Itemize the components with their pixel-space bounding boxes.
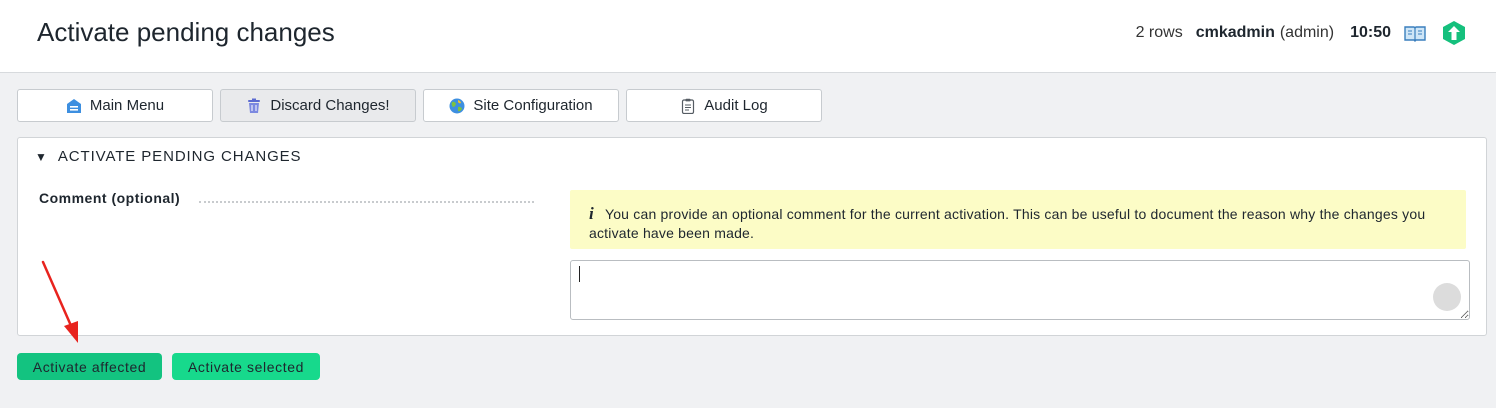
globe-icon [449,98,465,113]
info-icon: i [589,204,594,223]
discard-changes-button[interactable]: Discard Changes! [220,89,416,122]
clock: 10:50 [1350,24,1391,41]
book-icon[interactable] [1403,24,1427,42]
audit-log-label: Audit Log [704,97,768,114]
label-dotted-leader [199,201,534,203]
discard-changes-label: Discard Changes! [270,97,390,114]
collapse-triangle-icon[interactable]: ▼ [35,150,47,164]
page-header: Activate pending changes 2 rows cmkadmin… [0,0,1496,73]
clipboard-icon [682,98,695,114]
trash-icon [248,98,261,113]
comment-label: Comment (optional) [39,190,181,206]
site-configuration-label: Site Configuration [473,97,593,114]
checkmk-logo-icon[interactable] [1441,20,1467,46]
info-message: i You can provide an optional comment for… [570,190,1466,249]
username[interactable]: cmkadmin [1196,24,1275,42]
page-title: Activate pending changes [37,17,335,47]
info-text: You can provide an optional comment for … [589,206,1426,241]
main-menu-label: Main Menu [89,97,165,114]
activate-selected-button[interactable]: Activate selected [172,353,320,380]
main-menu-button[interactable]: Main Menu [17,89,213,122]
activate-changes-panel: ▼ ACTIVATE PENDING CHANGES Comment (opti… [17,137,1487,336]
page-menu-bar: Main Menu Discard Changes! Site Configur… [17,89,822,122]
comment-textarea[interactable] [570,260,1470,320]
audit-log-button[interactable]: Audit Log [626,89,822,122]
text-cursor [579,266,580,282]
activation-actions: Activate affected Activate selected [17,353,320,380]
activate-affected-button[interactable]: Activate affected [17,353,162,380]
home-icon [66,98,81,113]
site-configuration-button[interactable]: Site Configuration [423,89,619,122]
assistant-badge-icon[interactable] [1433,283,1461,311]
panel-header[interactable]: ▼ ACTIVATE PENDING CHANGES [35,148,301,165]
panel-heading: ACTIVATE PENDING CHANGES [57,148,302,165]
user-role: (admin) [1279,24,1335,41]
header-status: 2 rows cmkadmin (admin) 10:50 [1136,18,1467,48]
row-count: 2 rows [1135,24,1183,41]
